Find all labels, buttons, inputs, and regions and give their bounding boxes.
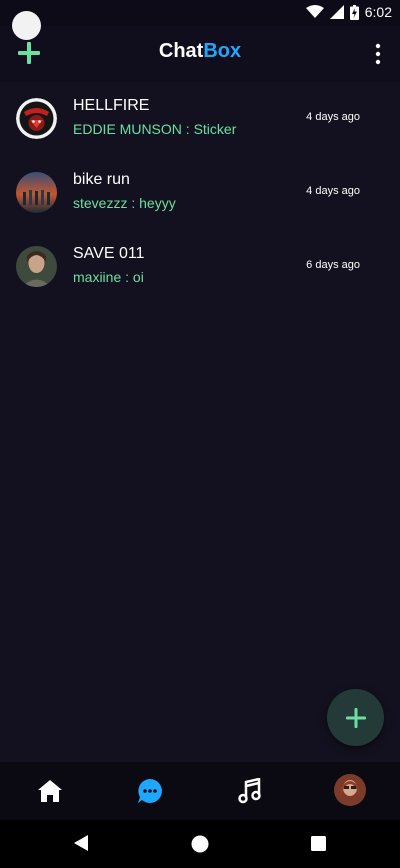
bike-run-avatar (16, 172, 57, 213)
nav-chats[interactable] (135, 776, 165, 806)
status-icons: 6:02 (305, 4, 392, 20)
nav-music[interactable] (235, 776, 265, 806)
battery-icon (349, 4, 359, 20)
chat-list: HELLFIRE EDDIE MUNSON : Sticker 4 days a… (0, 88, 400, 310)
chat-item-bike-run[interactable]: bike run stevezzz : heyyy 4 days ago (0, 162, 400, 236)
floating-bubble[interactable] (12, 11, 41, 40)
chat-preview: stevezzz : heyyy (73, 195, 176, 211)
chat-time: 4 days ago (306, 111, 360, 123)
bottom-nav (0, 762, 400, 820)
chat-time: 4 days ago (306, 185, 360, 197)
chat-item-hellfire[interactable]: HELLFIRE EDDIE MUNSON : Sticker 4 days a… (0, 88, 400, 162)
chat-name: HELLFIRE (73, 97, 150, 114)
app-bar: ChatBox (0, 26, 400, 82)
app-title-part2: Box (203, 40, 242, 62)
chat-icon (138, 779, 162, 803)
hellfire-avatar (16, 98, 57, 139)
chat-time: 6 days ago (306, 259, 360, 271)
status-time: 6:02 (364, 4, 392, 20)
chat-preview: maxiine : oi (73, 269, 144, 285)
home-circle-icon[interactable] (191, 835, 209, 853)
home-icon (38, 780, 62, 802)
app-title-part1: Chat (158, 40, 204, 62)
system-nav-bar (0, 820, 400, 868)
nav-profile[interactable] (334, 774, 366, 806)
back-icon[interactable] (73, 834, 89, 852)
nav-home[interactable] (35, 776, 65, 806)
music-icon (238, 778, 261, 804)
recents-icon[interactable] (311, 836, 326, 851)
app-title: ChatBox (0, 40, 400, 63)
chat-preview: EDDIE MUNSON : Sticker (73, 121, 237, 137)
chat-name: SAVE 011 (73, 245, 145, 262)
plus-icon (345, 707, 366, 728)
chat-name: bike run (73, 171, 130, 188)
more-options-icon[interactable] (374, 42, 382, 66)
wifi-icon (305, 5, 324, 18)
signal-icon (329, 5, 344, 19)
profile-avatar-icon (334, 774, 366, 806)
chat-item-save-011[interactable]: SAVE 011 maxiine : oi 6 days ago (0, 236, 400, 310)
save-011-avatar (16, 246, 57, 287)
new-chat-button[interactable] (327, 689, 384, 746)
status-bar: 6:02 (0, 0, 400, 26)
